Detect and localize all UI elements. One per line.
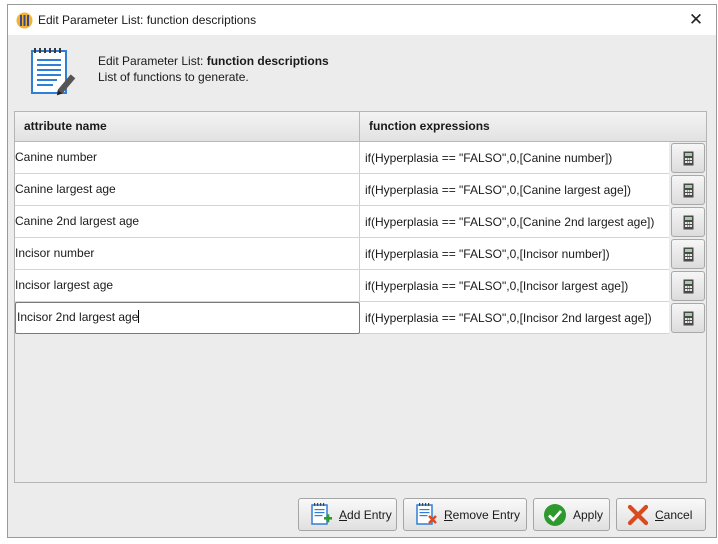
cancel-button[interactable]: Cancel	[616, 498, 706, 531]
calculator-button[interactable]	[671, 271, 705, 301]
apply-label: Apply	[573, 507, 604, 522]
attribute-name-cell[interactable]: Canine number	[15, 142, 360, 174]
add-entry-button[interactable]: Add Entry	[298, 498, 397, 531]
remove-entry-label: Remove Entry	[444, 507, 521, 522]
dialog-window: Edit Parameter List: function descriptio…	[7, 4, 717, 538]
function-expression-cell[interactable]: if(Hyperplasia == "FALSO",0,[Canine larg…	[360, 174, 669, 206]
attribute-name-cell[interactable]: Canine 2nd largest age	[15, 206, 360, 238]
table-row: Canine 2nd largest age if(Hyperplasia ==…	[15, 206, 706, 238]
table-row: Incisor 2nd largest age if(Hyperplasia =…	[15, 302, 706, 334]
table-row: Canine number if(Hyperplasia == "FALSO",…	[15, 142, 706, 174]
cancel-label: Cancel	[655, 507, 693, 522]
function-expression-cell[interactable]: if(Hyperplasia == "FALSO",0,[Incisor 2nd…	[360, 302, 669, 334]
function-expression-cell[interactable]: if(Hyperplasia == "FALSO",0,[Canine numb…	[360, 142, 669, 174]
document-edit-icon	[31, 48, 76, 96]
apply-button[interactable]: Apply	[533, 498, 610, 531]
calculator-button[interactable]	[671, 143, 705, 173]
close-icon: ✕	[688, 10, 704, 29]
calculator-icon	[683, 151, 693, 165]
close-button[interactable]: ✕	[676, 5, 716, 35]
calculator-button[interactable]	[671, 207, 705, 237]
table-header: attribute name function expressions	[15, 112, 706, 142]
text-caret	[138, 310, 140, 323]
header-subtitle: List of functions to generate.	[98, 70, 249, 84]
calculator-icon	[683, 247, 693, 261]
function-expression-cell[interactable]: if(Hyperplasia == "FALSO",0,[Incisor num…	[360, 238, 669, 270]
check-icon	[544, 503, 566, 526]
attribute-name-edit-field[interactable]: Incisor 2nd largest age	[15, 302, 360, 334]
calculator-button[interactable]	[671, 303, 705, 333]
table-row: Incisor largest age if(Hyperplasia == "F…	[15, 270, 706, 302]
header-title: Edit Parameter List: function descriptio…	[98, 54, 329, 68]
calculator-button[interactable]	[671, 175, 705, 205]
title-bar: Edit Parameter List: function descriptio…	[8, 5, 716, 35]
calculator-button[interactable]	[671, 239, 705, 269]
add-document-icon	[311, 502, 332, 525]
window-title: Edit Parameter List: function descriptio…	[38, 13, 257, 27]
calculator-icon	[683, 279, 693, 293]
column-header-attribute-name[interactable]: attribute name	[15, 112, 360, 141]
calculator-icon	[683, 215, 693, 229]
x-icon	[627, 504, 649, 525]
parameter-table: attribute name function expressions Cani…	[14, 111, 707, 483]
attribute-name-cell[interactable]: Incisor largest age	[15, 270, 360, 302]
add-entry-label: Add Entry	[339, 507, 392, 522]
table-row: Canine largest age if(Hyperplasia == "FA…	[15, 174, 706, 206]
table-row: Incisor number if(Hyperplasia == "FALSO"…	[15, 238, 706, 270]
function-expression-cell[interactable]: if(Hyperplasia == "FALSO",0,[Canine 2nd …	[360, 206, 669, 238]
attribute-name-cell[interactable]: Incisor number	[15, 238, 360, 270]
app-icon	[16, 12, 33, 29]
calculator-icon	[683, 311, 693, 325]
calculator-icon	[683, 183, 693, 197]
dialog-header: Edit Parameter List: function descriptio…	[8, 35, 716, 107]
remove-document-icon	[416, 502, 437, 525]
column-header-function-expressions[interactable]: function expressions	[360, 112, 706, 141]
remove-entry-button[interactable]: Remove Entry	[403, 498, 527, 531]
attribute-name-cell[interactable]: Canine largest age	[15, 174, 360, 206]
function-expression-cell[interactable]: if(Hyperplasia == "FALSO",0,[Incisor lar…	[360, 270, 669, 302]
